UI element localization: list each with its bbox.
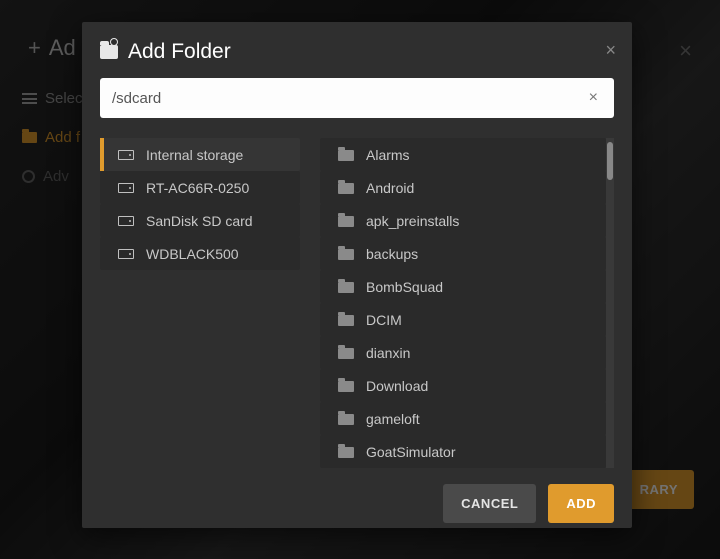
- storage-item[interactable]: SanDisk SD card: [100, 204, 300, 237]
- folder-item-label: dianxin: [366, 345, 410, 361]
- folder-icon: [338, 348, 354, 359]
- close-icon[interactable]: ×: [605, 40, 616, 61]
- folder-item-label: Download: [366, 378, 428, 394]
- folder-item-label: Alarms: [366, 147, 410, 163]
- storage-item[interactable]: Internal storage: [100, 138, 300, 171]
- folder-icon: [22, 132, 37, 143]
- drive-icon: [118, 183, 134, 193]
- folder-icon: [338, 249, 354, 260]
- background-close-icon[interactable]: ×: [679, 38, 692, 64]
- folder-icon: [338, 282, 354, 293]
- clear-input-icon[interactable]: ×: [585, 85, 602, 111]
- folder-item[interactable]: Alarms: [320, 138, 606, 171]
- sidebar-folder-label: Add f: [45, 129, 80, 146]
- drive-icon: [118, 249, 134, 259]
- path-input[interactable]: [112, 90, 585, 107]
- storage-item-label: WDBLACK500: [146, 246, 239, 262]
- storage-item-label: Internal storage: [146, 147, 243, 163]
- folder-list: Alarms Android apk_preinstallsbackups BombS…: [320, 138, 606, 468]
- folder-item-label: BombSquad: [366, 279, 443, 295]
- folder-item[interactable]: DCIM: [320, 303, 606, 336]
- sidebar-add-folder[interactable]: Add f: [22, 129, 83, 146]
- modal-footer: CANCEL ADD: [82, 468, 632, 539]
- folder-item[interactable]: apk_preinstalls: [320, 204, 606, 237]
- drive-icon: [118, 216, 134, 226]
- folder-icon: [338, 447, 354, 458]
- storage-item[interactable]: RT-AC66R-0250: [100, 171, 300, 204]
- background-add-label: Ad: [49, 35, 76, 61]
- folder-item-label: apk_preinstalls: [366, 213, 459, 229]
- browser-columns: Internal storage RT-AC66R-0250 SanDisk SD …: [100, 138, 614, 468]
- folder-item[interactable]: backups: [320, 237, 606, 270]
- folder-item[interactable]: gameloft: [320, 402, 606, 435]
- folder-item-label: backups: [366, 246, 418, 262]
- folder-icon: [338, 414, 354, 425]
- folder-icon: [338, 183, 354, 194]
- folder-item-label: Android: [366, 180, 414, 196]
- modal-body: × Internal storage RT-AC66R-0250 SanDisk S…: [82, 78, 632, 468]
- gear-icon: [22, 170, 35, 183]
- folder-icon: [338, 150, 354, 161]
- folder-item[interactable]: GoatSimulator: [320, 435, 606, 468]
- folder-icon: [338, 381, 354, 392]
- folder-item-label: DCIM: [366, 312, 402, 328]
- sidebar-advanced-label: Adv: [43, 168, 69, 185]
- sidebar-select[interactable]: Selec: [22, 90, 83, 107]
- storage-item-label: RT-AC66R-0250: [146, 180, 249, 196]
- sidebar-advanced[interactable]: Adv: [22, 168, 83, 185]
- folder-item-label: GoatSimulator: [366, 444, 455, 460]
- folder-icon: [338, 315, 354, 326]
- add-folder-icon: [100, 45, 118, 59]
- folder-icon: [338, 216, 354, 227]
- modal-header: Add Folder ×: [82, 22, 632, 78]
- hamburger-icon: [22, 93, 37, 104]
- path-input-wrapper: ×: [100, 78, 614, 118]
- add-folder-modal: Add Folder × × Internal storage RT-AC66R-…: [82, 22, 632, 528]
- plus-icon: +: [28, 35, 41, 61]
- add-button[interactable]: ADD: [548, 484, 614, 523]
- sidebar-select-label: Selec: [45, 90, 83, 107]
- storage-item[interactable]: WDBLACK500: [100, 237, 300, 270]
- folder-item[interactable]: Download: [320, 369, 606, 402]
- modal-title: Add Folder: [128, 40, 231, 64]
- folder-item-label: gameloft: [366, 411, 420, 427]
- storage-item-label: SanDisk SD card: [146, 213, 253, 229]
- folder-item[interactable]: dianxin: [320, 336, 606, 369]
- library-button[interactable]: RARY: [624, 470, 694, 509]
- scrollbar-thumb[interactable]: [607, 142, 613, 180]
- storage-list: Internal storage RT-AC66R-0250 SanDisk SD …: [100, 138, 300, 468]
- folder-item[interactable]: Android: [320, 171, 606, 204]
- drive-icon: [118, 150, 134, 160]
- cancel-button[interactable]: CANCEL: [443, 484, 536, 523]
- folder-item[interactable]: BombSquad: [320, 270, 606, 303]
